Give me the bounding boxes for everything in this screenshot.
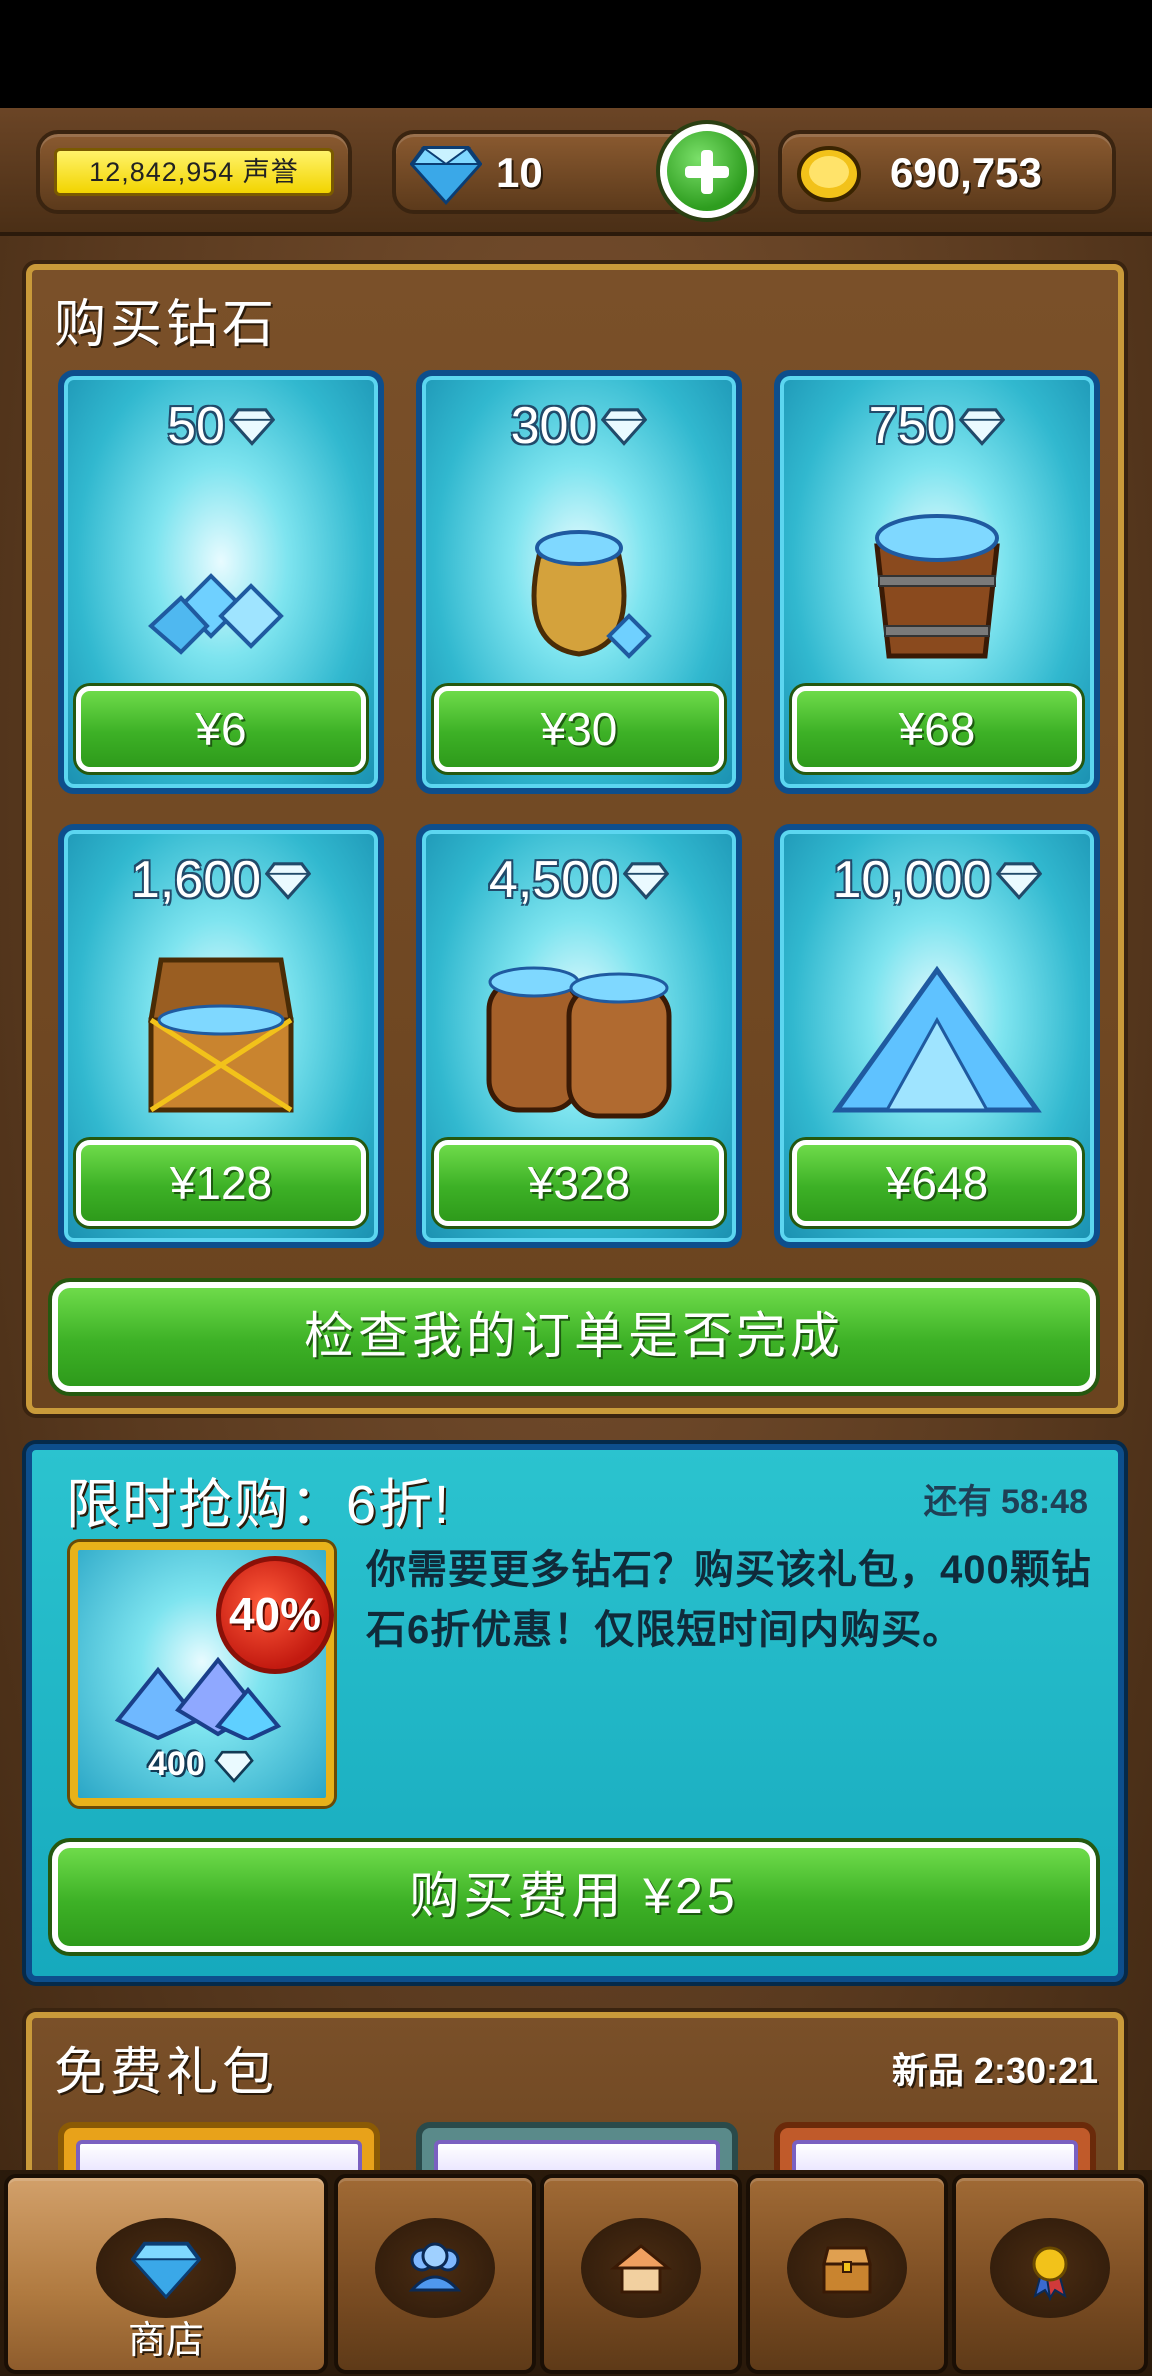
- bottom-nav: 商店: [0, 2170, 1152, 2376]
- pack-amount: 50: [167, 397, 225, 455]
- treasure-chest-icon: [822, 2246, 872, 2294]
- gem-pack-card[interactable]: 10,000 ¥648: [774, 824, 1100, 1248]
- flash-sale-panel: 限时抢购：6折! 还有 58:48 40% 400 你需要更多钻石？购买该礼包，…: [26, 1444, 1124, 1982]
- gem-pack-card[interactable]: 50 ¥6: [58, 370, 384, 794]
- gem-mountain-icon: [832, 965, 1042, 1113]
- gem-barrels-icon: [486, 966, 672, 1119]
- flash-sale-title: 限时抢购：6折!: [66, 1475, 452, 1535]
- deal-description: 你需要更多钻石？购买该礼包，400颗钻石6折优惠！仅限短时间内购买。: [366, 1548, 1092, 1652]
- gold-coin-icon: [797, 146, 861, 202]
- gold-counter: 690,753: [778, 130, 1116, 214]
- pack-amount: 300: [510, 397, 598, 455]
- check-order-button[interactable]: 检查我的订单是否完成: [52, 1282, 1096, 1392]
- nav-tab-home[interactable]: [540, 2174, 742, 2374]
- gem-icon: [214, 1750, 254, 1783]
- buy-pack-button[interactable]: ¥30: [434, 686, 724, 772]
- deal-gem-count: 400: [148, 1745, 254, 1784]
- nav-tab-chest[interactable]: [746, 2174, 948, 2374]
- gem-chest-icon: [148, 957, 294, 1113]
- status-bar-area: [0, 0, 1152, 108]
- free-gifts-title: 免费礼包: [54, 2044, 279, 2102]
- buy-gems-panel: 购买钻石 50 ¥6 300 ¥30 750 ¥68 1,600 ¥128 4,…: [26, 264, 1124, 1414]
- buy-gems-title: 购买钻石: [54, 296, 279, 354]
- gold-count: 690,753: [890, 149, 1042, 196]
- gem-icon: [410, 146, 482, 205]
- buy-pack-button[interactable]: ¥328: [434, 1140, 724, 1226]
- gem-icon: [131, 2241, 201, 2300]
- gem-icon: [622, 853, 670, 913]
- buy-pack-button[interactable]: ¥6: [76, 686, 366, 772]
- buy-pack-button[interactable]: ¥648: [792, 1140, 1082, 1226]
- gem-icon: [228, 399, 276, 459]
- reputation-counter: 12,842,954 声誉: [36, 130, 352, 214]
- reputation-value: 12,842,954 声誉: [54, 148, 334, 196]
- gem-pack-card[interactable]: 4,500 ¥328: [416, 824, 742, 1248]
- home-icon: [609, 2244, 673, 2294]
- gem-pack-card[interactable]: 300 ¥30: [416, 370, 742, 794]
- gem-icon: [264, 853, 312, 913]
- deal-image: 40% 400: [70, 1542, 334, 1806]
- gem-count: 10: [496, 149, 543, 196]
- gem-pack-card[interactable]: 1,600 ¥128: [58, 824, 384, 1248]
- buy-pack-button[interactable]: ¥128: [76, 1140, 366, 1226]
- free-gifts-timer: 新品 2:30:21: [891, 2050, 1098, 2091]
- add-gems-button[interactable]: [660, 124, 754, 218]
- nav-tab-people[interactable]: [334, 2174, 536, 2374]
- buy-deal-button[interactable]: 购买费用 ¥25: [52, 1842, 1096, 1952]
- resource-bar: 12,842,954 声誉 10 690,753: [0, 108, 1152, 236]
- gem-pack-card[interactable]: 750 ¥68: [774, 370, 1100, 794]
- people-icon: [408, 2242, 462, 2292]
- pack-amount: 10,000: [832, 851, 992, 909]
- nav-tab-achievements[interactable]: [952, 2174, 1148, 2374]
- pack-amount: 4,500: [488, 851, 620, 909]
- flash-sale-timer: 还有 58:48: [923, 1483, 1088, 1521]
- gem-icon: [601, 399, 648, 459]
- nav-label-shop: 商店: [127, 2320, 204, 2362]
- pack-amount: 1,600: [130, 851, 262, 909]
- gem-sack-icon: [531, 530, 652, 659]
- gem-icon: [959, 399, 1006, 459]
- medal-icon: [1032, 2246, 1068, 2301]
- gem-bucket-icon: [874, 514, 1000, 659]
- buy-pack-button[interactable]: ¥68: [792, 686, 1082, 772]
- gem-icon: [995, 853, 1042, 913]
- nav-tab-shop[interactable]: 商店: [4, 2174, 328, 2374]
- discount-badge: 40%: [216, 1556, 334, 1674]
- gem-pile-small-icon: [148, 573, 284, 655]
- pack-amount: 750: [868, 397, 956, 455]
